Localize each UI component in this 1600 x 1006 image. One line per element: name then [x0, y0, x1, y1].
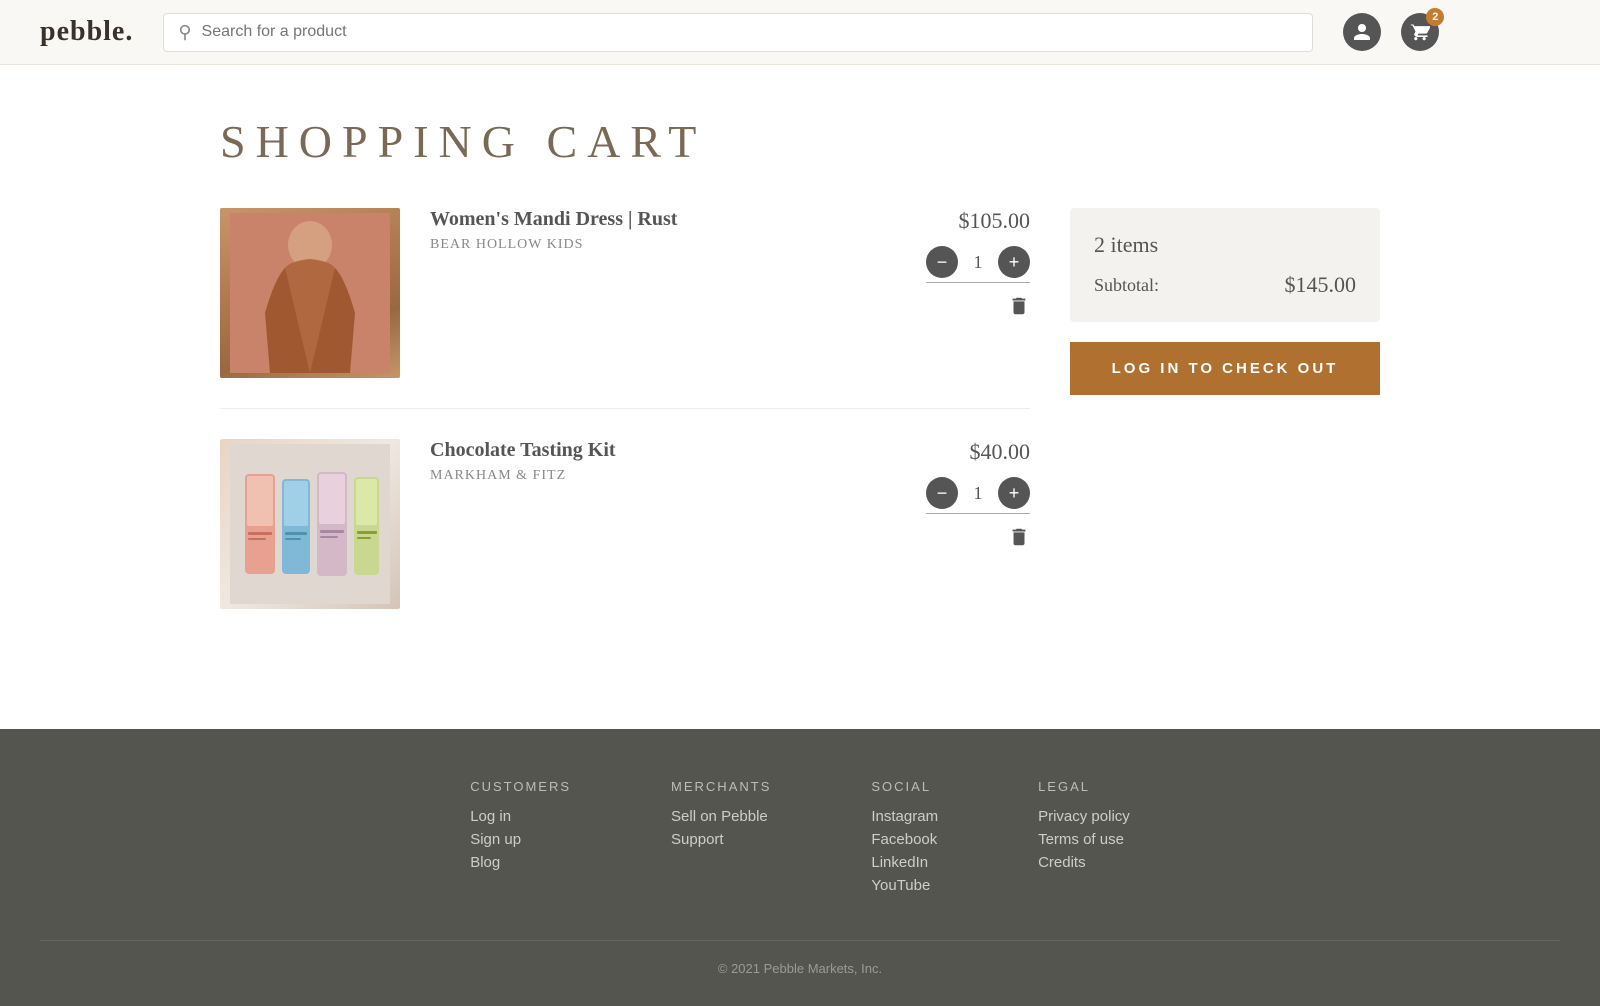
footer-col-heading: CUSTOMERS	[470, 779, 571, 794]
footer-link-credits[interactable]: Credits	[1038, 854, 1130, 871]
footer-link-facebook[interactable]: Facebook	[871, 831, 938, 848]
item-image-chocolate	[220, 439, 400, 609]
checkout-button[interactable]: LOG IN TO CHECK OUT	[1070, 342, 1380, 395]
cart-item: Women's Mandi Dress | Rust Bear Hollow K…	[220, 208, 1030, 409]
user-icon	[1343, 13, 1381, 51]
item-controls: $40.00 − 1 +	[890, 439, 1030, 554]
footer-link-support[interactable]: Support	[671, 831, 771, 848]
logo-text: pebble.	[40, 16, 133, 47]
item-name: Women's Mandi Dress | Rust	[430, 208, 890, 231]
footer-link-sell[interactable]: Sell on Pebble	[671, 808, 771, 825]
footer-link-signup[interactable]: Sign up	[470, 831, 571, 848]
footer-col-heading: MERCHANTS	[671, 779, 771, 794]
footer-link-youtube[interactable]: YouTube	[871, 877, 938, 894]
header-icons: 2	[1343, 13, 1439, 51]
footer-copyright: © 2021 Pebble Markets, Inc.	[40, 940, 1560, 976]
cart-badge: 2	[1426, 8, 1444, 26]
footer-link-login[interactable]: Log in	[470, 808, 571, 825]
footer-col-legal: LEGAL Privacy policy Terms of use Credit…	[1038, 779, 1130, 900]
main-content: SHOPPING CART	[200, 65, 1400, 729]
footer-link-blog[interactable]: Blog	[470, 854, 571, 871]
footer: CUSTOMERS Log in Sign up Blog MERCHANTS …	[0, 729, 1600, 1006]
footer-columns: CUSTOMERS Log in Sign up Blog MERCHANTS …	[350, 779, 1250, 900]
footer-link-instagram[interactable]: Instagram	[871, 808, 938, 825]
delete-item-button[interactable]	[1008, 295, 1030, 323]
items-count: 2 items	[1094, 232, 1356, 258]
item-price: $105.00	[959, 208, 1031, 234]
footer-link-linkedin[interactable]: LinkedIn	[871, 854, 938, 871]
increase-quantity-button[interactable]: +	[998, 246, 1030, 278]
footer-col-social: SOCIAL Instagram Facebook LinkedIn YouTu…	[871, 779, 938, 900]
footer-col-heading: LEGAL	[1038, 779, 1130, 794]
footer-col-merchants: MERCHANTS Sell on Pebble Support	[671, 779, 771, 900]
quantity-control: − 1 +	[926, 246, 1030, 283]
subtotal-row: Subtotal: $145.00	[1094, 272, 1356, 298]
footer-link-terms[interactable]: Terms of use	[1038, 831, 1130, 848]
decrease-quantity-button[interactable]: −	[926, 477, 958, 509]
quantity-value: 1	[958, 483, 998, 504]
item-brand: MARKHAM & FITZ	[430, 468, 890, 484]
page-title: SHOPPING CART	[220, 115, 1380, 168]
subtotal-amount: $145.00	[1285, 272, 1357, 298]
user-button[interactable]	[1343, 13, 1381, 51]
copyright-text: © 2021 Pebble Markets, Inc.	[718, 961, 882, 976]
search-icon: ⚲	[178, 22, 191, 43]
increase-quantity-button[interactable]: +	[998, 477, 1030, 509]
header: pebble. ⚲ 2	[0, 0, 1600, 65]
delete-item-button[interactable]	[1008, 526, 1030, 554]
cart-items-list: Women's Mandi Dress | Rust Bear Hollow K…	[220, 208, 1030, 669]
cart-sidebar: 2 items Subtotal: $145.00 LOG IN TO CHEC…	[1070, 208, 1380, 669]
cart-item: Chocolate Tasting Kit MARKHAM & FITZ $40…	[220, 439, 1030, 639]
footer-link-privacy[interactable]: Privacy policy	[1038, 808, 1130, 825]
search-input[interactable]	[202, 23, 1299, 41]
item-image-dress	[220, 208, 400, 378]
cart-button[interactable]: 2	[1401, 13, 1439, 51]
subtotal-label: Subtotal:	[1094, 275, 1159, 296]
item-info: Women's Mandi Dress | Rust Bear Hollow K…	[430, 208, 890, 253]
logo[interactable]: pebble.	[40, 16, 133, 48]
summary-box: 2 items Subtotal: $145.00	[1070, 208, 1380, 322]
item-controls: $105.00 − 1 +	[890, 208, 1030, 323]
cart-layout: Women's Mandi Dress | Rust Bear Hollow K…	[220, 208, 1380, 669]
decrease-quantity-button[interactable]: −	[926, 246, 958, 278]
quantity-control: − 1 +	[926, 477, 1030, 514]
search-bar: ⚲	[163, 13, 1313, 52]
item-name: Chocolate Tasting Kit	[430, 439, 890, 462]
footer-col-heading: SOCIAL	[871, 779, 938, 794]
item-info: Chocolate Tasting Kit MARKHAM & FITZ	[430, 439, 890, 484]
item-brand: Bear Hollow Kids	[430, 237, 890, 253]
quantity-value: 1	[958, 252, 998, 273]
item-price: $40.00	[970, 439, 1031, 465]
footer-col-customers: CUSTOMERS Log in Sign up Blog	[470, 779, 571, 900]
